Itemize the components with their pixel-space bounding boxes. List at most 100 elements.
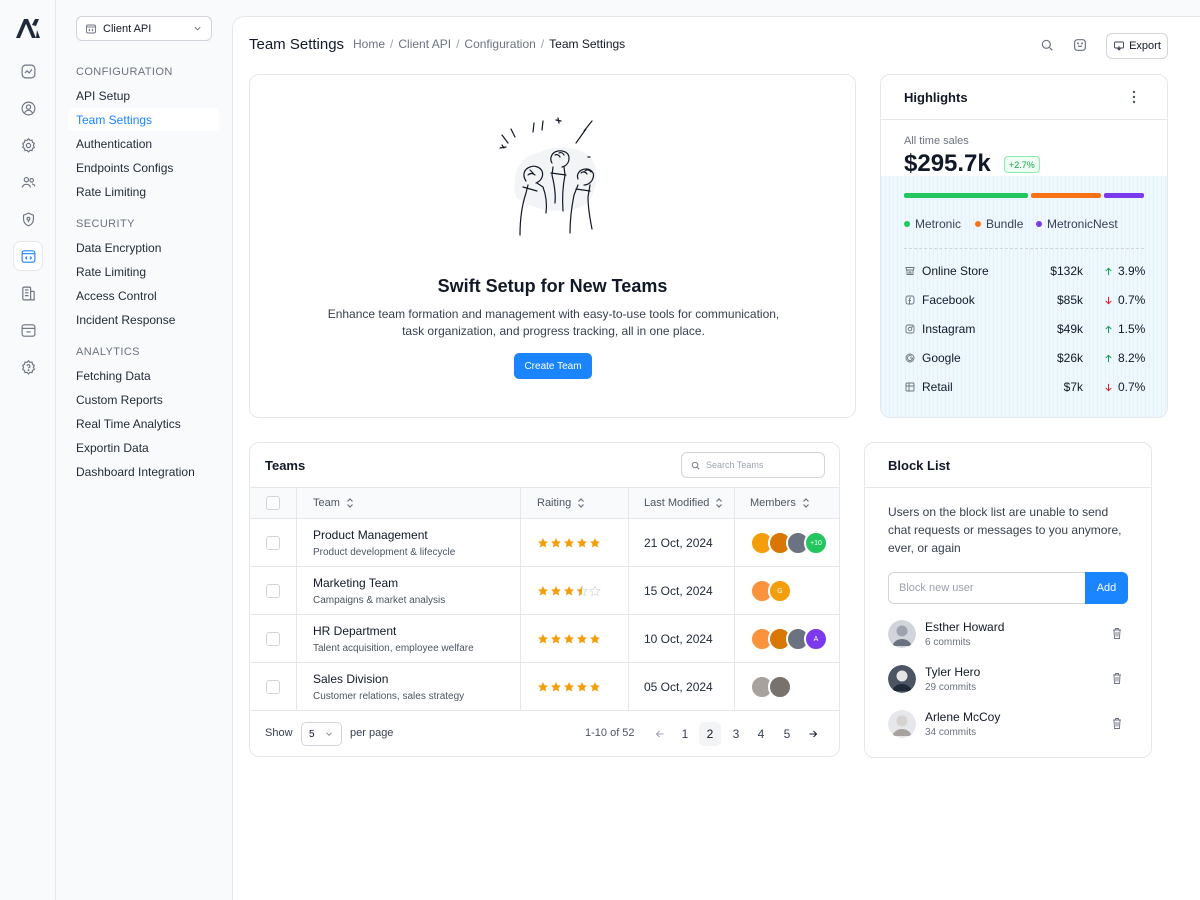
sidebar-item-rate-limiting[interactable]: Rate Limiting <box>68 180 219 203</box>
page-button-1[interactable]: 1 <box>674 722 696 746</box>
rail-user-icon[interactable] <box>14 94 42 122</box>
member-avatar[interactable]: G <box>768 579 792 603</box>
member-avatar[interactable]: +10 <box>804 531 828 555</box>
table-row[interactable]: HR Department Talent acquisition, employ… <box>250 615 839 663</box>
breadcrumb-current: Team Settings <box>549 37 626 51</box>
sort-icon <box>346 498 353 508</box>
page-button-4[interactable]: 4 <box>750 722 772 746</box>
star-filled-icon <box>590 682 600 692</box>
page-button-3[interactable]: 3 <box>725 722 747 746</box>
star-filled-icon <box>538 538 548 548</box>
per-page-label: per page <box>350 727 394 739</box>
highlights-title: Highlights <box>904 90 968 105</box>
channel-value: $7k <box>1063 380 1083 394</box>
sidebar-item-api-setup[interactable]: API Setup <box>68 84 219 107</box>
rail-help-icon[interactable] <box>14 353 42 381</box>
search-icon[interactable] <box>1039 37 1055 53</box>
sidebar-item-real-time-analytics[interactable]: Real Time Analytics <box>68 412 219 435</box>
project-selector[interactable]: Client API <box>76 16 212 41</box>
trash-icon[interactable] <box>1111 672 1123 685</box>
add-block-button[interactable]: Add <box>1085 572 1128 604</box>
column-rating[interactable]: Raiting <box>537 488 585 518</box>
sidebar-item-exportin-data[interactable]: Exportin Data <box>68 436 219 459</box>
page-button-2[interactable]: 2 <box>699 722 721 746</box>
breadcrumb-home[interactable]: Home <box>353 37 385 51</box>
member-avatar[interactable] <box>768 675 792 699</box>
table-row[interactable]: Sales Division Customer relations, sales… <box>250 663 839 711</box>
team-name[interactable]: Marketing Team <box>313 576 398 590</box>
block-list-description: Users on the block list are unable to se… <box>888 505 1122 555</box>
legend-label-metronicnest: MetronicNest <box>1047 217 1118 231</box>
channel-name: Retail <box>922 380 953 394</box>
block-user-input[interactable]: Block new user <box>888 572 1086 604</box>
create-team-button[interactable]: Create Team <box>514 353 592 379</box>
table-row[interactable]: Marketing Team Campaigns & market analys… <box>250 567 839 615</box>
team-description: Customer relations, sales strategy <box>313 691 465 702</box>
per-page-select[interactable]: 5 <box>301 722 342 746</box>
member-avatar[interactable]: A <box>804 627 828 651</box>
blocked-user: Esther Howard 6 commits <box>888 618 1128 650</box>
team-name[interactable]: Product Management <box>313 528 428 542</box>
export-button[interactable]: Export <box>1106 33 1168 59</box>
column-rating-label: Raiting <box>537 497 572 509</box>
sidebar-item-fetching-data[interactable]: Fetching Data <box>68 364 219 387</box>
trash-icon[interactable] <box>1111 627 1123 640</box>
sidebar-item-authentication[interactable]: Authentication <box>68 132 219 155</box>
team-celebration-illustration <box>499 117 597 236</box>
star-filled-icon <box>551 586 561 596</box>
google-icon <box>905 353 915 363</box>
star-empty-icon <box>589 585 601 597</box>
more-options-icon[interactable] <box>1127 89 1141 105</box>
breadcrumb-separator: / <box>540 37 545 51</box>
brand-logo[interactable] <box>15 17 41 39</box>
sidebar-item-endpoints-configs[interactable]: Endpoints Configs <box>68 156 219 179</box>
search-teams-input[interactable]: Search Teams <box>681 452 825 478</box>
column-last-modified[interactable]: Last Modified <box>644 488 723 518</box>
sales-segment-bar <box>1031 193 1101 198</box>
rail-users-icon[interactable] <box>14 168 42 196</box>
breadcrumb-configuration[interactable]: Configuration <box>464 37 535 51</box>
prev-page-button[interactable] <box>649 722 671 746</box>
facebook-icon <box>905 295 915 305</box>
legend-metronicnest: MetronicNest <box>1036 217 1118 231</box>
channel-change: 0.7% <box>1103 380 1145 394</box>
sidebar-item-rate-limiting-security[interactable]: Rate Limiting <box>68 260 219 283</box>
avatar <box>888 710 916 738</box>
trash-icon[interactable] <box>1111 717 1123 730</box>
sales-segment-bar <box>1104 193 1144 198</box>
legend-metronic: Metronic <box>904 217 961 231</box>
row-checkbox[interactable] <box>266 536 280 550</box>
star-filled-icon <box>564 586 574 596</box>
star-filled-icon <box>564 538 574 548</box>
rail-code-icon[interactable] <box>14 242 42 270</box>
breadcrumb-client-api[interactable]: Client API <box>398 37 451 51</box>
divider <box>881 119 1167 120</box>
page-button-5[interactable]: 5 <box>776 722 798 746</box>
row-checkbox[interactable] <box>266 632 280 646</box>
rail-reports-icon[interactable] <box>14 279 42 307</box>
rail-browser-icon[interactable] <box>14 316 42 344</box>
rail-dashboard-icon[interactable] <box>14 57 42 85</box>
sidebar-item-data-encryption[interactable]: Data Encryption <box>68 236 219 259</box>
sidebar-item-custom-reports[interactable]: Custom Reports <box>68 388 219 411</box>
next-page-button[interactable] <box>802 722 824 746</box>
sidebar-item-dashboard-integration[interactable]: Dashboard Integration <box>68 460 219 483</box>
column-members[interactable]: Members <box>750 488 810 518</box>
team-name[interactable]: Sales Division <box>313 672 388 686</box>
sidebar-item-access-control[interactable]: Access Control <box>68 284 219 307</box>
sidebar-item-incident-response[interactable]: Incident Response <box>68 308 219 331</box>
table-row[interactable]: Product Management Product development &… <box>250 519 839 567</box>
legend-label-metronic: Metronic <box>915 217 962 231</box>
team-rating <box>537 585 601 597</box>
sidebar-item-team-settings[interactable]: Team Settings <box>68 108 219 131</box>
select-all-checkbox[interactable] <box>266 496 280 510</box>
row-checkbox[interactable] <box>266 584 280 598</box>
rail-security-icon[interactable] <box>14 205 42 233</box>
all-time-sales-label: All time sales <box>904 135 969 147</box>
team-name[interactable]: HR Department <box>313 624 396 638</box>
chat-icon[interactable] <box>1072 37 1088 53</box>
row-checkbox[interactable] <box>266 680 280 694</box>
column-team[interactable]: Team <box>313 488 354 518</box>
rail-settings-icon[interactable] <box>14 131 42 159</box>
star-filled-icon <box>590 538 600 548</box>
